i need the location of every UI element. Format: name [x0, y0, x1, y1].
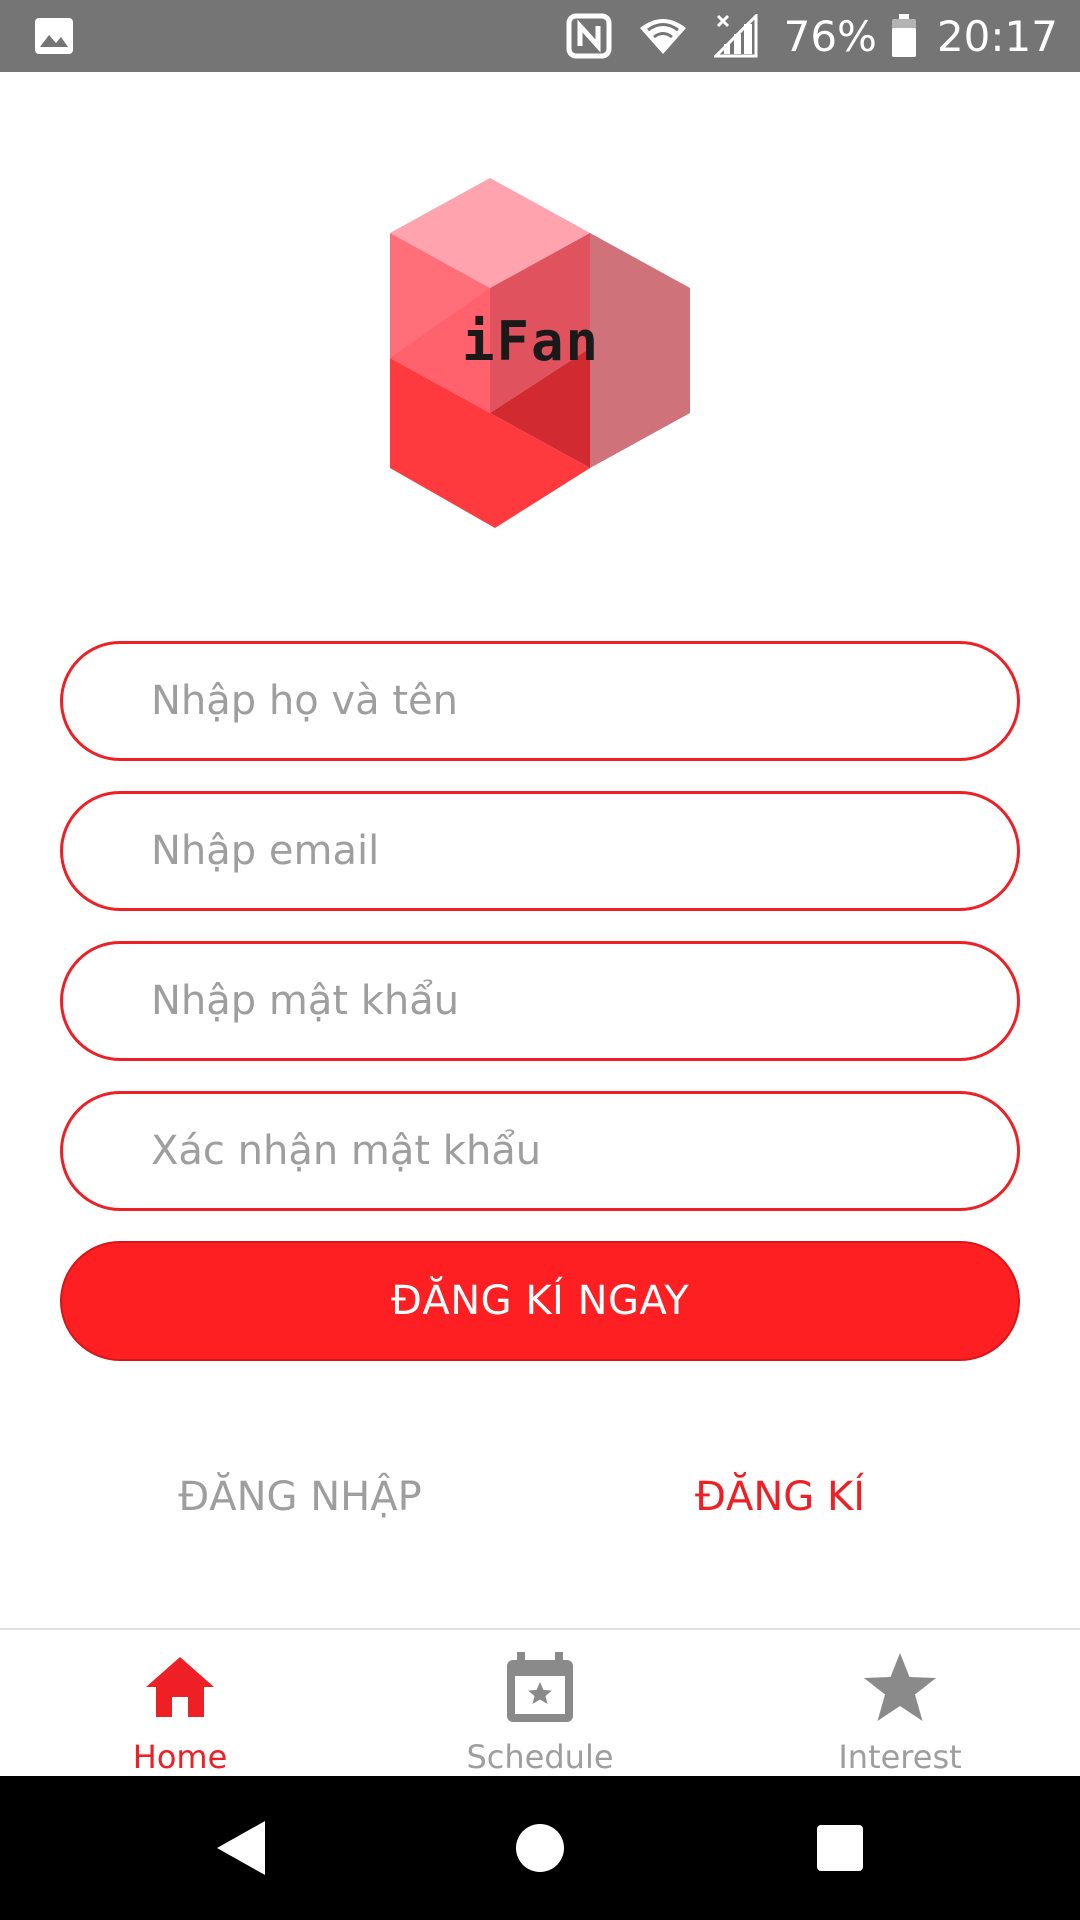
email-field[interactable] [60, 791, 1020, 911]
nav-item-interest[interactable]: Interest [720, 1630, 1080, 1776]
battery-percent: 76% [783, 11, 877, 61]
nav-item-home[interactable]: Home [0, 1630, 360, 1776]
confirm-password-input[interactable] [151, 1128, 1017, 1174]
register-now-button[interactable]: ĐĂNG KÍ NGAY [60, 1241, 1020, 1361]
nav-item-schedule[interactable]: Schedule [360, 1630, 720, 1776]
home-icon [140, 1648, 220, 1726]
full-name-field[interactable] [60, 641, 1020, 761]
bottom-navigation: Home Schedule Interest [0, 1628, 1080, 1776]
calendar-star-icon [500, 1648, 580, 1726]
nav-label-home: Home [132, 1738, 228, 1776]
nav-label-interest: Interest [838, 1738, 962, 1776]
nfc-icon [566, 13, 612, 59]
confirm-password-field[interactable] [60, 1091, 1020, 1211]
back-icon[interactable] [210, 1818, 270, 1878]
ifan-logo: iFan [380, 178, 700, 538]
password-field[interactable] [60, 941, 1020, 1061]
cellular-signal-icon [713, 14, 758, 58]
status-clock: 20:17 [936, 11, 1058, 61]
logo-text: iFan [462, 310, 601, 373]
tab-login[interactable]: ĐĂNG NHẬP [150, 1460, 450, 1534]
home-circle-icon[interactable] [510, 1818, 570, 1878]
wifi-icon [638, 16, 688, 56]
gallery-notification-icon [34, 17, 74, 55]
star-icon [860, 1648, 940, 1726]
system-navigation-bar [0, 1776, 1080, 1920]
battery-icon [891, 14, 917, 58]
email-input[interactable] [151, 828, 1017, 874]
registration-form: ĐĂNG KÍ NGAY [60, 641, 1020, 1361]
status-bar: 76% 20:17 [0, 0, 1080, 72]
password-input[interactable] [151, 978, 1017, 1024]
recents-icon[interactable] [810, 1818, 870, 1878]
nav-label-schedule: Schedule [466, 1738, 614, 1776]
full-name-input[interactable] [151, 678, 1017, 724]
tab-register[interactable]: ĐĂNG KÍ [630, 1460, 930, 1534]
auth-tabs: ĐĂNG NHẬP ĐĂNG KÍ [0, 1460, 1080, 1534]
